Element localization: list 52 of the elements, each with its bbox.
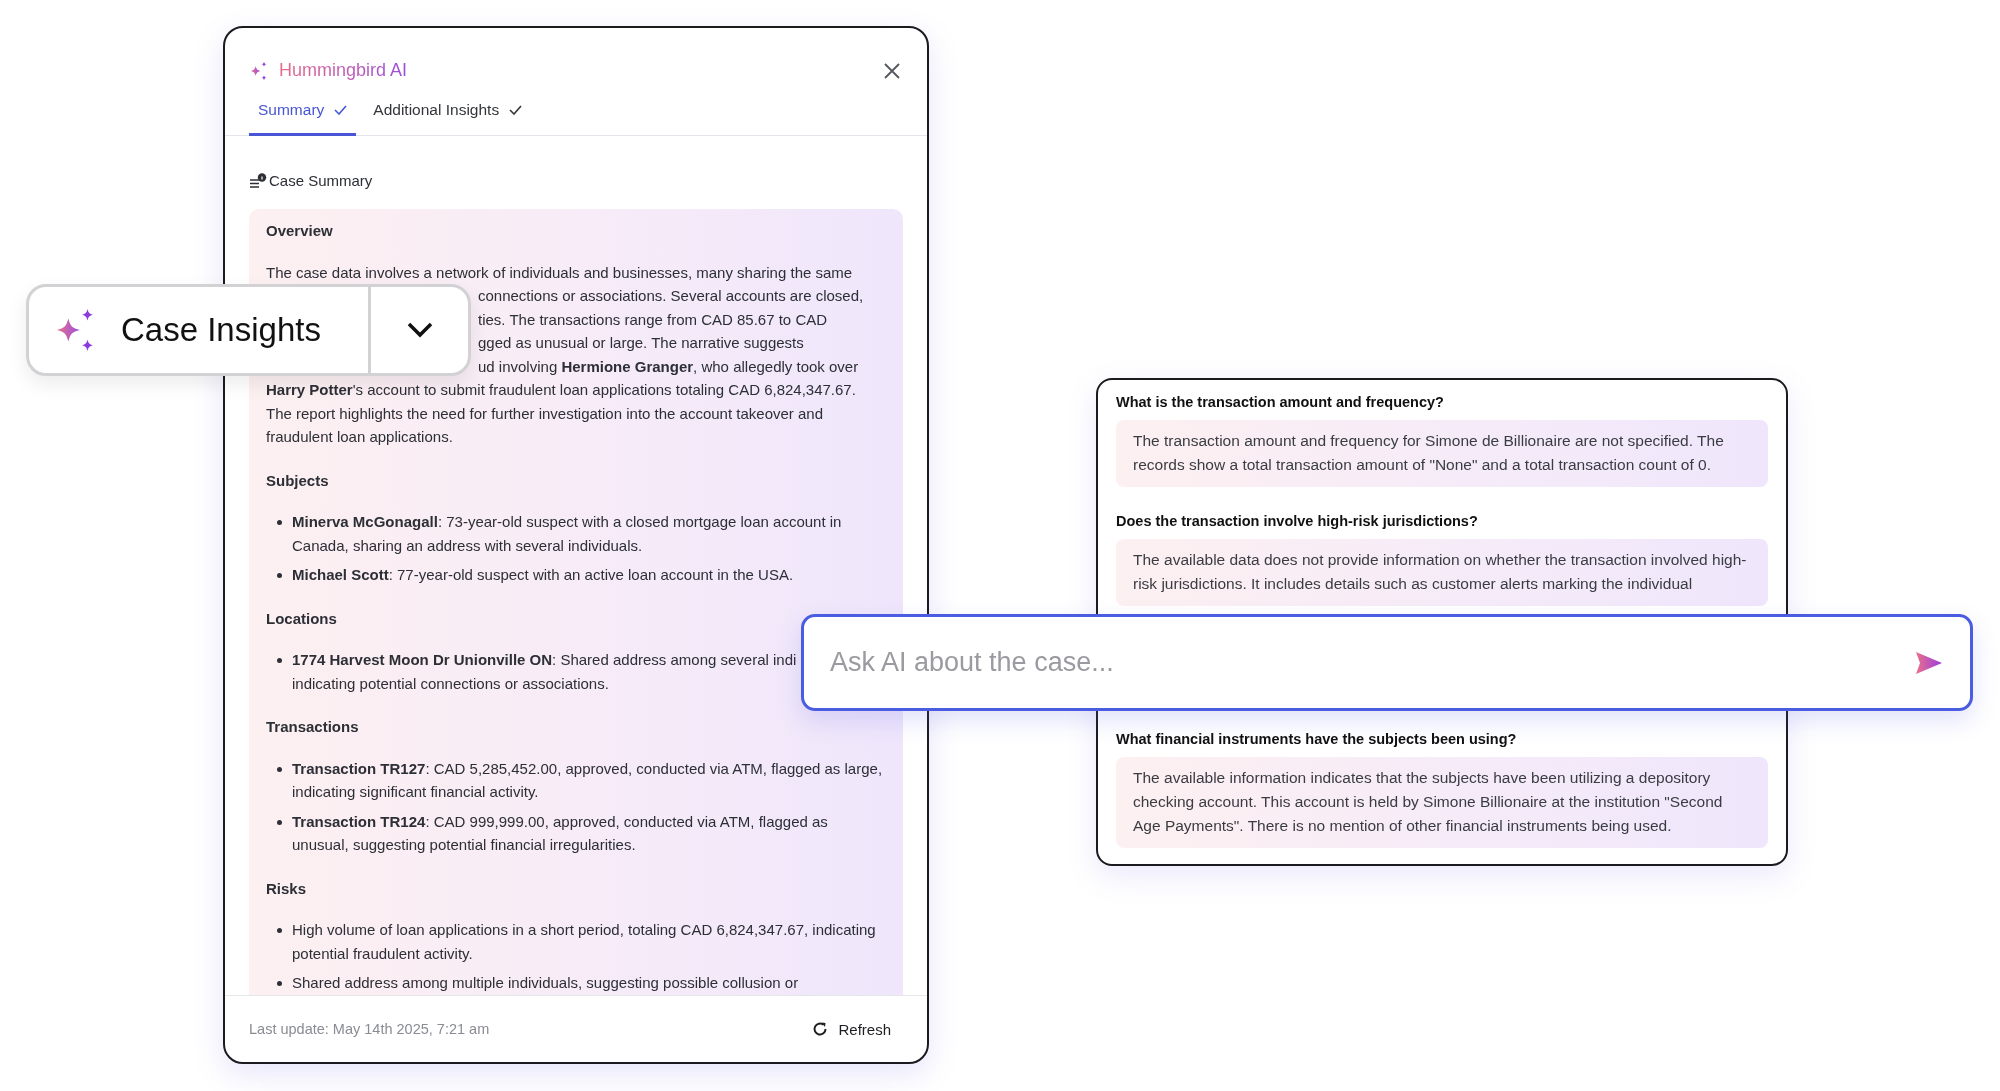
section-heading: Subjects <box>266 470 330 491</box>
answer: The transaction amount and frequency for Simone de Billionaire are not specified. The records show a total transaction amount of "None" and a total transaction count of 0. <box>1116 420 1768 487</box>
tab[interactable]: Summary <box>249 101 357 136</box>
send-button[interactable] <box>1914 649 1944 676</box>
section-heading: Locations <box>266 608 338 629</box>
list-info-icon <box>249 173 267 189</box>
tab[interactable]: Additional Insights <box>364 101 532 136</box>
paragraph-line: The case data involves a network of individuals and businesses, many sharing the same <box>266 262 854 283</box>
ask-input[interactable]: Ask AI about the case... <box>828 646 1914 679</box>
close-button[interactable] <box>883 61 901 80</box>
send-icon <box>1914 649 1944 676</box>
paragraph-line: connections or associations. Several accounts are closed, <box>478 286 865 306</box>
answer: The available information indicates that the subjects have been utilizing a depository checking account. This account is held by Simone Billionaire at the institution "Second Age Payments". There is no mention of other financial instruments being used. <box>1116 757 1768 848</box>
bullet-icon <box>277 573 282 578</box>
section-heading: Risks <box>266 878 308 899</box>
list-item-text: 1774 Harvest Moon Dr Unionville ON: Shared address among several indi <box>292 651 797 668</box>
bullet-icon <box>277 658 282 663</box>
answer: The available data does not provide information on whether the transaction involved high-risk jurisdictions. It includes details such as customer alerts marking the individual <box>1116 539 1768 606</box>
question: Does the transaction involve high-risk jurisdictions? <box>1116 513 1479 529</box>
check-icon <box>509 105 523 115</box>
list-item-text: Transaction TR124: CAD 999,999.00, approved, conducted via ATM, flagged as unusual, suggesting potential financial irregularities. <box>292 812 828 853</box>
paragraph-line: fraudulent loan applications. <box>266 427 454 447</box>
section-title: Case Summary <box>269 172 373 189</box>
panel-title: Hummingbird AI <box>279 60 408 81</box>
paragraph-line: ties. The transactions range from CAD 85.67 to CAD <box>478 309 829 330</box>
paragraph-line: The report highlights the need for further investigation into the account takeover and <box>266 403 824 424</box>
section-heading: Transactions <box>266 717 360 737</box>
sparkle-icon <box>249 60 269 81</box>
list-item-text: Minerva McGonagall: 73-year-old suspect with a closed mortgage loan account in Canada, sharing an address with several individuals. <box>292 513 842 554</box>
check-icon <box>334 105 348 115</box>
paragraph-line: ud involving Hermione Granger, who allegedly took over <box>478 356 860 377</box>
bullet-icon <box>277 819 282 825</box>
list-item-text: indicating potential connections or associations. <box>292 674 609 692</box>
refresh-icon <box>812 1021 829 1037</box>
bullet-icon <box>277 520 282 525</box>
case-insights-button[interactable]: Case Insights <box>29 287 368 373</box>
paragraph-line: Harry Potter's account to submit fraudulent loan applications totaling CAD 6,824,347.67. <box>266 380 857 400</box>
bullet-icon <box>277 981 282 986</box>
list-item-text: Shared address among multiple individuals, suggesting possible collusion or <box>292 974 799 991</box>
ask-field[interactable]: Ask AI about the case... <box>801 614 1973 711</box>
chevron-down-icon <box>406 322 433 338</box>
section-heading: Overview <box>266 221 334 241</box>
question: What is the transaction amount and frequency? <box>1116 394 1445 410</box>
bullet-icon <box>277 928 282 933</box>
question: What financial instruments have the subjects been using? <box>1116 731 1518 747</box>
list-item-text: High volume of loan applications in a short period, totaling CAD 6,824,347.67, indicating potential fraudulent activity. <box>292 921 876 962</box>
list-item-text: Transaction TR127: CAD 5,285,452.00, approved, conducted via ATM, flagged as large, indicating significant financial activity. <box>292 759 883 800</box>
last-update-text: Last update: May 14th 2025, 7:21 am <box>249 1021 490 1037</box>
bullet-icon <box>277 766 282 772</box>
refresh-button[interactable]: Refresh <box>812 1020 891 1038</box>
list-item-text: Michael Scott: 77-year-old suspect with an active loan account in the USA. <box>292 566 794 583</box>
paragraph-line: gged as unusual or large. The narrative suggests <box>478 333 805 353</box>
